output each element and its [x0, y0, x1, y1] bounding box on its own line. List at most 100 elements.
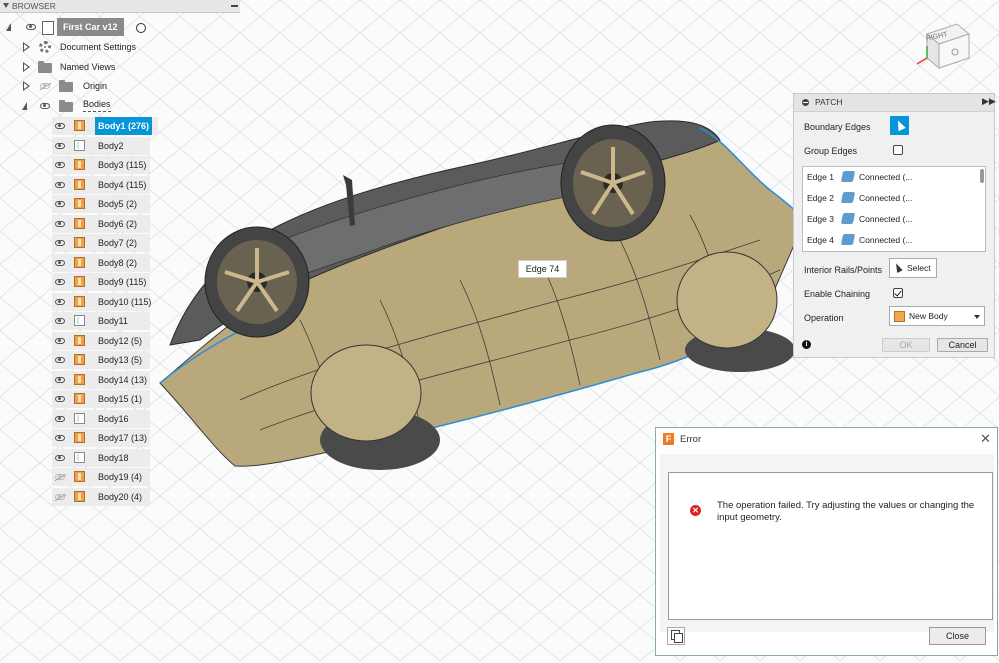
collapse-browser-icon[interactable] [3, 3, 9, 8]
eye-icon[interactable] [55, 259, 65, 266]
stop-icon[interactable] [802, 99, 809, 106]
ok-button[interactable]: OK [882, 338, 930, 352]
body-row[interactable]: Body17 (13) [52, 429, 150, 447]
wheel-rear-upper [560, 124, 666, 242]
operation-dropdown[interactable]: New Body [889, 306, 985, 326]
eye-icon[interactable] [55, 376, 65, 383]
solid-body-icon [74, 198, 85, 209]
eye-icon[interactable] [55, 162, 65, 168]
collapse-icon[interactable] [22, 102, 27, 110]
eye-icon[interactable] [55, 181, 65, 188]
body-row[interactable]: Body1 (276) [52, 117, 158, 135]
body-row[interactable]: Body10 (115) [52, 292, 152, 311]
body-row[interactable]: Body14 (13) [52, 370, 150, 389]
edge-list-item[interactable]: Edge 1 Connected (... [803, 167, 979, 188]
edge-list-item[interactable]: Edge 3 Connected (... [803, 209, 979, 230]
eye-icon[interactable] [55, 396, 65, 402]
body-label: Body12 (5) [98, 335, 143, 346]
body-row[interactable]: Body8 (2) [52, 253, 150, 272]
connected-edge-icon [840, 171, 856, 182]
tree-item-document-settings[interactable]: Document Settings [0, 38, 160, 56]
copy-icon[interactable] [667, 627, 685, 645]
body-label: Body10 (115) [98, 296, 152, 307]
body-row[interactable]: Body20 (4) [52, 487, 150, 506]
eye-icon[interactable] [55, 279, 65, 285]
eye-icon[interactable] [55, 415, 65, 422]
body-row[interactable]: Body7 (2) [52, 234, 150, 252]
expand-icon[interactable] [23, 81, 30, 91]
browser-header[interactable]: BROWSER [0, 0, 240, 13]
edge-list[interactable]: Edge 1 Connected (... Edge 2 Connected (...… [802, 166, 986, 252]
eye-icon[interactable] [55, 142, 65, 149]
interior-select-button[interactable]: Select [889, 258, 937, 278]
tree-item-label: Origin [83, 81, 108, 91]
eye-icon[interactable] [26, 24, 36, 30]
tree-item-bodies[interactable]: Bodies [0, 97, 160, 115]
info-icon[interactable]: i [802, 340, 811, 349]
eye-icon[interactable] [55, 201, 65, 207]
eye-hidden-icon[interactable] [40, 83, 50, 89]
eye-icon[interactable] [55, 435, 65, 441]
body-label: Body2 [98, 140, 124, 151]
eye-icon[interactable] [55, 357, 65, 363]
solid-body-icon [74, 120, 85, 131]
eye-icon[interactable] [55, 454, 65, 461]
body-row[interactable]: Body12 (5) [52, 331, 150, 350]
surface-body-icon [74, 451, 85, 463]
error-titlebar[interactable]: F Error ✕ [656, 428, 997, 450]
edge-list-scrollbar[interactable] [980, 169, 984, 183]
body-row[interactable]: Body13 (5) [52, 351, 150, 369]
eye-icon[interactable] [55, 337, 65, 344]
expand-panel-icon[interactable]: ▶▶ [982, 96, 996, 107]
boundary-edges-select-button[interactable] [890, 116, 909, 135]
eye-icon[interactable] [55, 123, 65, 129]
gear-icon [39, 41, 51, 53]
expand-icon[interactable] [23, 42, 30, 52]
expand-icon[interactable] [23, 62, 30, 72]
eye-icon[interactable] [55, 220, 65, 227]
solid-body-icon [74, 178, 85, 190]
body-label: Body13 (5) [98, 355, 143, 365]
body-row[interactable]: Body18 [52, 448, 150, 467]
enable-chaining-checkbox[interactable] [893, 288, 903, 298]
body-row[interactable]: Body15 (1) [52, 390, 150, 408]
body-row[interactable]: Body4 (115) [52, 175, 150, 194]
solid-body-icon [74, 373, 85, 385]
eye-icon[interactable] [55, 298, 65, 305]
body-row[interactable]: Body16 [52, 409, 150, 428]
body-row[interactable]: Body6 (2) [52, 214, 150, 233]
group-edges-checkbox[interactable] [893, 145, 903, 155]
patch-header[interactable]: PATCH ▶▶ [794, 94, 996, 112]
body-row[interactable]: Body3 (115) [52, 156, 150, 174]
tree-item-origin[interactable]: Origin [0, 77, 160, 95]
tree-item-label: Named Views [60, 62, 116, 72]
patch-panel[interactable]: PATCH ▶▶ Boundary Edges Group Edges Edge… [793, 93, 996, 358]
active-radio-icon[interactable] [136, 23, 146, 33]
cancel-button[interactable]: Cancel [937, 338, 988, 352]
viewcube[interactable]: RIGHT [917, 16, 972, 71]
document-name[interactable]: First Car v12 [57, 18, 124, 36]
eye-hidden-icon[interactable] [55, 474, 65, 480]
eye-icon[interactable] [55, 318, 65, 324]
body-row[interactable]: Body2 [52, 136, 150, 155]
minimize-icon[interactable] [231, 5, 238, 7]
document-row[interactable]: First Car v12 [0, 18, 160, 36]
boundary-edges-label: Boundary Edges [804, 122, 871, 132]
close-button[interactable]: Close [929, 627, 986, 645]
car-model[interactable] [159, 120, 806, 470]
body-row[interactable]: Body19 (4) [52, 468, 150, 486]
wheel-front-upper [204, 226, 310, 338]
edge-list-item[interactable]: Edge 2 Connected (... [803, 188, 979, 209]
eye-icon[interactable] [55, 240, 65, 246]
body-row[interactable]: Body9 (115) [52, 273, 150, 291]
collapse-icon[interactable] [6, 23, 11, 31]
edge-list-item[interactable]: Edge 4 Connected (... [803, 230, 979, 251]
edge-name: Edge 4 [807, 235, 834, 245]
body-row[interactable]: Body11 [52, 312, 150, 330]
error-dialog[interactable]: F Error ✕ ✕ The operation failed. Try ad… [655, 427, 998, 656]
eye-hidden-icon[interactable] [55, 493, 65, 500]
close-icon[interactable]: ✕ [980, 431, 991, 447]
eye-icon[interactable] [40, 103, 50, 109]
body-row[interactable]: Body5 (2) [52, 195, 150, 213]
tree-item-named-views[interactable]: Named Views [0, 58, 160, 76]
